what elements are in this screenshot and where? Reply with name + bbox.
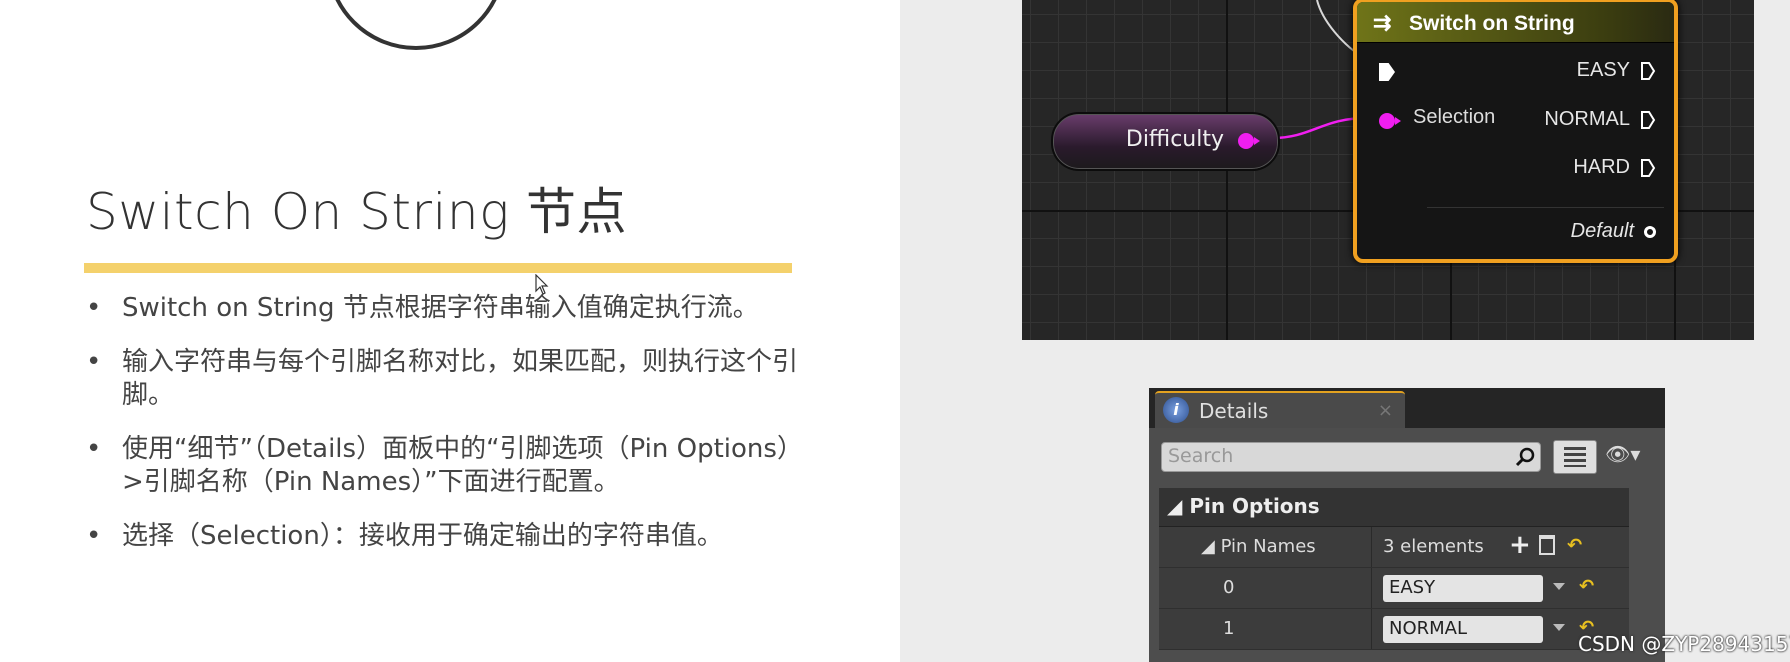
slide-title: Switch On String 节点 (86, 183, 628, 241)
default-divider (1427, 207, 1664, 208)
difficulty-variable-node[interactable]: Difficulty (1051, 112, 1280, 171)
string-output-pin[interactable] (1238, 133, 1260, 149)
pin-name-field[interactable]: EASY (1383, 575, 1543, 602)
bullet-item: • 使用“细节”（Details）面板中的“引脚选项（Pin Options）>引… (84, 433, 824, 499)
bullet-text: 输入字符串与每个引脚名称对比，如果匹配，则执行这个引脚。 (122, 347, 799, 410)
tab-bar: i Details × (1149, 388, 1665, 428)
add-element-button[interactable]: + (1509, 530, 1531, 560)
search-placeholder: Search (1168, 445, 1234, 467)
bullet-dot: • (86, 347, 102, 377)
exec-output-pin[interactable] (1640, 158, 1656, 178)
bullet-text: Switch on String 节点根据字符串输入值确定执行流。 (122, 293, 759, 323)
trash-icon[interactable] (1539, 535, 1555, 555)
slide-area: Switch On String 节点 • Switch on String 节点… (0, 0, 900, 662)
output-row-default: Default (1571, 220, 1656, 243)
chevron-down-icon[interactable] (1553, 583, 1565, 590)
pin-name-field[interactable]: NORMAL (1383, 616, 1543, 643)
bullet-dot: • (86, 293, 102, 323)
node-title: Switch on String (1409, 12, 1575, 35)
variable-label: Difficulty (1125, 127, 1224, 152)
reset-icon[interactable]: ↶ (1579, 576, 1594, 597)
output-row-normal: NORMAL (1544, 108, 1656, 131)
exec-output-pin[interactable] (1640, 61, 1656, 81)
selection-label: Selection (1413, 106, 1496, 128)
node-header: ⇉ Switch on String (1357, 2, 1674, 43)
output-row-easy: EASY (1577, 59, 1656, 82)
details-body: Search 👁▾ ◢ Pin Options ◢ Pin Names 3 el… (1149, 428, 1665, 662)
selection-input-pin[interactable] (1379, 113, 1401, 129)
row-index: 0 (1223, 577, 1235, 598)
blueprint-graph[interactable]: Difficulty ⇉ Switch on String Selection … (1022, 0, 1754, 340)
elements-count: 3 elements (1383, 536, 1484, 557)
bullet-item: • 输入字符串与每个引脚名称对比，如果匹配，则执行这个引脚。 (84, 346, 824, 412)
output-label: NORMAL (1544, 108, 1630, 130)
output-label: EASY (1576, 59, 1630, 81)
eye-icon[interactable]: 👁▾ (1605, 442, 1640, 466)
default-output-pin[interactable] (1644, 225, 1656, 238)
pin-options-section[interactable]: ◢ Pin Options (1159, 488, 1629, 527)
search-input[interactable]: Search (1161, 442, 1541, 472)
tab-details[interactable]: i Details × (1155, 391, 1405, 428)
title-underline (84, 263, 792, 273)
exec-output-pin[interactable] (1640, 110, 1656, 130)
pin-names-row: ◢ Pin Names 3 elements + ↶ (1159, 527, 1629, 568)
chevron-down-icon[interactable] (1553, 624, 1565, 631)
bullet-text: 使用“细节”（Details）面板中的“引脚选项（Pin Options）>引脚… (122, 434, 803, 497)
row-index: 1 (1223, 618, 1235, 639)
output-row-hard: HARD (1573, 156, 1656, 179)
bullet-text: 选择（Selection）：接收用于确定输出的字符串值。 (122, 521, 723, 551)
pin-name-value: NORMAL (1389, 618, 1468, 639)
pin-name-row: 1 NORMAL ↶ (1159, 609, 1629, 650)
watermark: CSDN @ZYP28943157 (1578, 632, 1790, 656)
switch-icon: ⇉ (1373, 10, 1392, 35)
pin-names-label: Pin Names (1220, 536, 1316, 557)
pin-name-row: 0 EASY ↶ (1159, 568, 1629, 609)
bullet-dot: • (86, 434, 102, 464)
reset-icon[interactable]: ↶ (1567, 535, 1582, 556)
info-icon: i (1163, 397, 1189, 423)
details-panel: i Details × Search 👁▾ ◢ Pin Options ◢ Pi… (1149, 388, 1665, 662)
section-label: Pin Options (1189, 494, 1320, 518)
exec-input-pin[interactable] (1379, 63, 1395, 81)
view-options-button[interactable] (1553, 440, 1597, 474)
output-label: Default (1570, 220, 1634, 242)
output-label: HARD (1573, 156, 1630, 178)
pin-names-title[interactable]: ◢ Pin Names (1201, 536, 1316, 557)
pin-name-value: EASY (1389, 577, 1436, 598)
section-title: ◢ Pin Options (1167, 494, 1320, 518)
bullet-item: • Switch on String 节点根据字符串输入值确定执行流。 (84, 292, 824, 325)
bullet-item: • 选择（Selection）：接收用于确定输出的字符串值。 (84, 520, 824, 553)
search-icon[interactable] (1514, 446, 1536, 468)
switch-on-string-node[interactable]: ⇉ Switch on String Selection EASY NORMAL… (1353, 0, 1678, 263)
bullet-list: • Switch on String 节点根据字符串输入值确定执行流。 • 输入字符… (84, 292, 824, 574)
bullet-dot: • (86, 521, 102, 551)
list-icon (1564, 447, 1586, 467)
tab-label: Details (1199, 399, 1269, 423)
logo-icon (326, 0, 506, 50)
close-icon[interactable]: × (1378, 400, 1393, 421)
